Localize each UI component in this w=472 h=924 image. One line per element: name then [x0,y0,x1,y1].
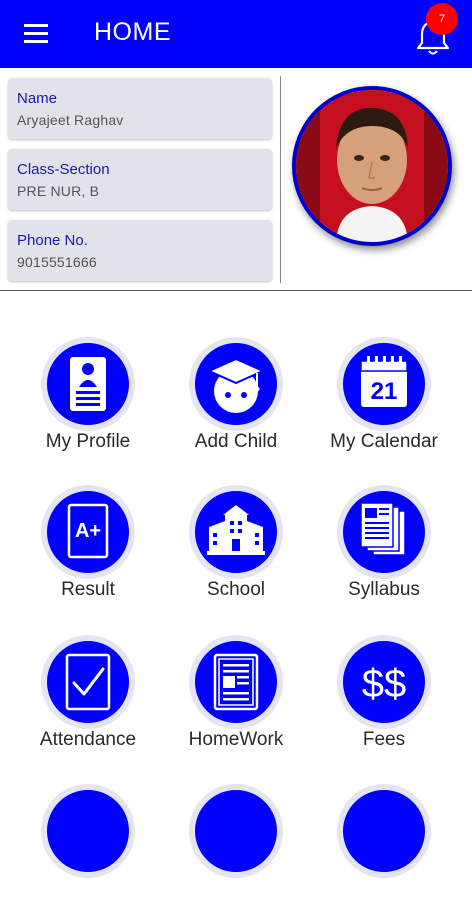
calendar-icon: 21 [337,337,431,431]
add-child-tile[interactable]: Add Child [161,337,311,477]
result-tile[interactable]: A+ Result [13,485,163,625]
fees-tile[interactable]: $$ Fees [309,635,459,775]
name-label: Name [17,90,58,107]
partial-icon [189,784,283,878]
section-divider [0,290,472,291]
notification-badge[interactable]: 7 [426,3,458,35]
my-calendar-label: My Calendar [330,431,438,452]
notebook-icon [189,635,283,729]
homework-label: HomeWork [188,729,284,750]
checkmark-icon [41,635,135,729]
grade-a-plus-icon: A+ [41,485,135,579]
syllabus-tile[interactable]: Syllabus [309,485,459,625]
app-bar: HOME 7 [0,0,472,68]
name-value: Aryajeet Raghav [17,112,124,128]
add-child-label: Add Child [194,431,278,452]
phone-value: 9015551666 [17,254,97,270]
partial-icon [41,784,135,878]
menu-tile-partial[interactable] [161,784,311,924]
attendance-label: Attendance [39,729,137,750]
syllabus-label: Syllabus [348,579,420,600]
documents-icon [337,485,431,579]
hamburger-menu-icon[interactable] [18,18,54,50]
fees-symbol-text: $$ [362,662,407,706]
vertical-divider [280,76,281,283]
school-building-icon [189,485,283,579]
homework-tile[interactable]: HomeWork [161,635,311,775]
fees-label: Fees [362,729,406,750]
partial-icon [337,784,431,878]
student-avatar[interactable] [292,86,452,246]
result-label: Result [61,579,115,600]
grade-text: A+ [75,520,101,542]
my-profile-label: My Profile [45,431,131,452]
class-section-value: PRE NUR, B [17,183,100,199]
school-tile[interactable]: School [161,485,311,625]
menu-tile-partial[interactable] [13,784,163,924]
phone-label: Phone No. [17,232,88,249]
my-profile-tile[interactable]: My Profile [13,337,163,477]
class-section-label: Class-Section [17,161,110,178]
id-card-icon [41,337,135,431]
dollar-icon: $$ [337,635,431,729]
attendance-tile[interactable]: Attendance [13,635,163,775]
page-title: HOME [94,18,171,46]
my-calendar-tile[interactable]: 21 My Calendar [309,337,459,477]
graduate-child-icon [189,337,283,431]
phone-card: Phone No. 9015551666 [8,220,272,281]
class-section-card: Class-Section PRE NUR, B [8,149,272,210]
menu-tile-partial[interactable] [309,784,459,924]
calendar-day-text: 21 [371,378,398,405]
school-label: School [206,579,266,600]
name-card: Name Aryajeet Raghav [8,78,272,139]
